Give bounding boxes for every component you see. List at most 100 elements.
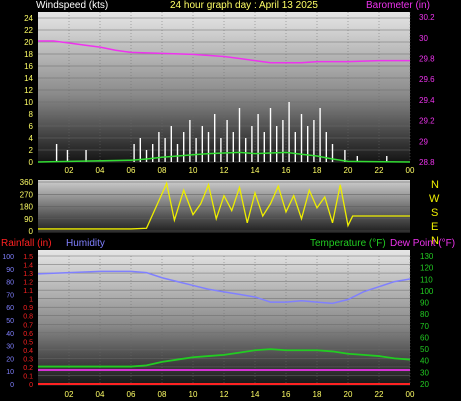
time-tick-label: 18 <box>313 166 322 175</box>
time-tick-label: 12 <box>220 390 229 399</box>
rain-tick-label: 1.1 <box>23 288 33 295</box>
compass-n-top: N <box>431 179 439 191</box>
wind-tick-label: 14 <box>24 74 33 83</box>
climate-panel-bg <box>38 250 410 386</box>
direction-tick-label: 180 <box>20 203 34 212</box>
time-tick-label: 00 <box>406 166 415 175</box>
time-tick-label: 18 <box>313 390 322 399</box>
time-tick-label: 10 <box>189 390 198 399</box>
humidity-tick-label: 100 <box>2 254 14 261</box>
compass-e: E <box>431 221 438 233</box>
temperature-axis-title: Temperature (°F) <box>310 238 386 249</box>
time-tick-label: 14 <box>251 390 260 399</box>
barometer-axis-title: Barometer (in) <box>366 0 430 11</box>
rain-tick-label: 0.4 <box>23 348 33 355</box>
temperature-tick-label: 110 <box>420 275 433 284</box>
wind-tick-label: 20 <box>24 38 33 47</box>
temperature-tick-label: 40 <box>420 357 429 366</box>
barometer-tick-label: 30.2 <box>419 13 435 22</box>
time-tick-label: 20 <box>344 166 353 175</box>
temperature-tick-label: 20 <box>420 380 429 389</box>
weather-graph: Windspeed (kts) 24 hour graph day : Apri… <box>1 0 455 399</box>
humidity-tick-label: 70 <box>6 292 14 299</box>
time-tick-label: 16 <box>282 390 291 399</box>
wind-tick-label: 10 <box>24 98 33 107</box>
rain-tick-label: 0.3 <box>23 356 33 363</box>
humidity-tick-label: 0 <box>10 382 14 389</box>
windspeed-axis-title: Windspeed (kts) <box>36 0 108 11</box>
temperature-tick-label: 30 <box>420 368 429 377</box>
wind-tick-label: 24 <box>24 14 33 23</box>
time-tick-label: 08 <box>158 390 167 399</box>
rain-tick-label: 1.5 <box>23 254 33 261</box>
time-tick-label: 06 <box>127 166 136 175</box>
humidity-tick-label: 30 <box>6 344 14 351</box>
humidity-tick-label: 50 <box>6 318 14 325</box>
time-tick-label: 04 <box>96 390 105 399</box>
time-tick-label: 02 <box>65 390 74 399</box>
temperature-tick-label: 80 <box>420 310 429 319</box>
humidity-tick-label: 90 <box>6 267 14 274</box>
wind-tick-label: 12 <box>24 86 33 95</box>
time-tick-label: 22 <box>375 390 384 399</box>
time-tick-label: 20 <box>344 390 353 399</box>
temperature-tick-label: 130 <box>420 252 434 261</box>
time-tick-label: 00 <box>406 390 415 399</box>
wind-tick-label: 2 <box>29 146 34 155</box>
time-tick-label: 22 <box>375 166 384 175</box>
rain-tick-label: 0.9 <box>23 305 33 312</box>
temperature-tick-label: 60 <box>420 333 429 342</box>
rain-tick-label: 0.2 <box>23 365 33 372</box>
rain-tick-label: 0.5 <box>23 339 33 346</box>
wind-tick-label: 0 <box>29 158 34 167</box>
wind-tick-label: 16 <box>24 62 33 71</box>
temperature-tick-label: 120 <box>420 264 434 273</box>
barometer-tick-label: 29 <box>419 137 428 146</box>
barometer-tick-label: 29.8 <box>419 55 435 64</box>
time-tick-label: 12 <box>220 166 229 175</box>
time-tick-label: 10 <box>189 166 198 175</box>
barometer-tick-label: 30 <box>419 34 428 43</box>
wind-tick-label: 4 <box>29 134 34 143</box>
barometer-tick-label: 29.4 <box>419 96 435 105</box>
wind-tick-label: 6 <box>29 122 34 131</box>
rain-tick-label: 0.7 <box>23 322 33 329</box>
time-tick-label: 14 <box>251 166 260 175</box>
humidity-tick-label: 60 <box>6 305 14 312</box>
rain-tick-label: 1.4 <box>23 263 33 270</box>
compass-s: S <box>431 207 438 219</box>
temperature-tick-label: 50 <box>420 345 429 354</box>
graph-title: 24 hour graph day : April 13 2025 <box>170 0 318 11</box>
rain-tick-label: 0 <box>29 382 33 389</box>
humidity-tick-label: 80 <box>6 280 14 287</box>
wind-tick-label: 8 <box>29 110 34 119</box>
wind-tick-label: 22 <box>24 26 33 35</box>
direction-tick-label: 360 <box>20 178 34 187</box>
rain-tick-label: 1 <box>29 297 33 304</box>
direction-tick-label: 270 <box>20 190 34 199</box>
humidity-tick-label: 10 <box>6 369 14 376</box>
barometer-tick-label: 28.8 <box>419 158 435 167</box>
time-tick-label: 06 <box>127 390 136 399</box>
time-tick-label: 08 <box>158 166 167 175</box>
compass-w: W <box>429 193 440 205</box>
temperature-tick-label: 100 <box>420 287 434 296</box>
barometer-tick-label: 29.6 <box>419 75 435 84</box>
rain-tick-label: 1.2 <box>23 280 33 287</box>
humidity-tick-label: 20 <box>6 356 14 363</box>
rain-tick-label: 0.6 <box>23 331 33 338</box>
wind-tick-label: 18 <box>24 50 33 59</box>
rain-tick-label: 0.1 <box>23 373 33 380</box>
direction-tick-label: 90 <box>24 215 33 224</box>
direction-tick-label: 0 <box>29 227 34 236</box>
rainfall-axis-title: Rainfall (in) <box>1 238 52 249</box>
barometer-tick-label: 29.2 <box>419 117 435 126</box>
humidity-tick-label: 40 <box>6 331 14 338</box>
rain-tick-label: 1.3 <box>23 271 33 278</box>
rain-tick-label: 0.8 <box>23 314 33 321</box>
time-tick-label: 02 <box>65 166 74 175</box>
humidity-axis-title: Humidity <box>66 238 105 249</box>
time-tick-label: 16 <box>282 166 291 175</box>
dewpoint-axis-title: Dew Point (°F) <box>390 238 455 249</box>
time-tick-label: 04 <box>96 166 105 175</box>
